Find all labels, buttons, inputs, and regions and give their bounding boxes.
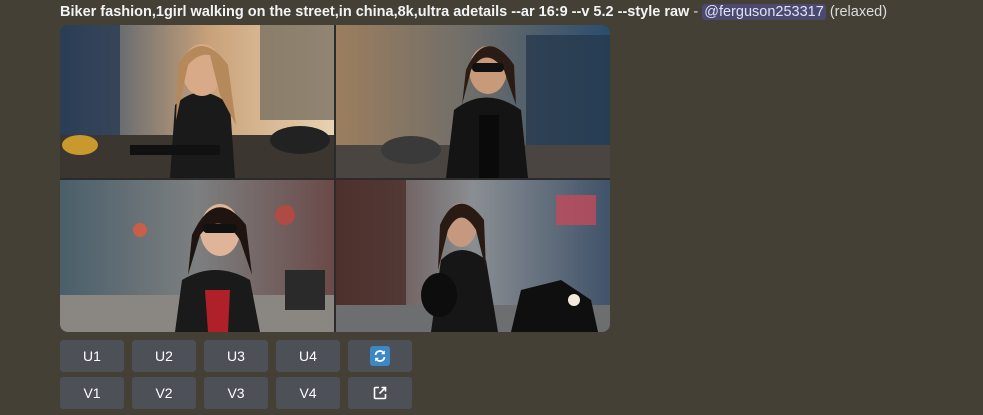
upscale-button-4[interactable]: U4 — [276, 340, 340, 372]
prompt-text: Biker fashion,1girl walking on the stree… — [60, 4, 690, 20]
grid-image-2[interactable] — [336, 25, 610, 178]
reroll-button[interactable] — [348, 340, 412, 372]
variation-button-1[interactable]: V1 — [60, 377, 124, 409]
variation-button-3[interactable]: V3 — [204, 377, 268, 409]
upscale-button-3[interactable]: U3 — [204, 340, 268, 372]
open-in-browser-button[interactable] — [348, 377, 412, 409]
grid-image-3[interactable] — [60, 180, 334, 332]
separator: - — [689, 4, 703, 20]
user-mention[interactable]: @ferguson253317 — [702, 4, 826, 20]
message-header: Biker fashion,1girl walking on the stree… — [60, 3, 887, 21]
grid-image-4[interactable] — [336, 180, 610, 332]
upscale-button-2[interactable]: U2 — [132, 340, 196, 372]
external-link-icon — [373, 386, 387, 400]
generation-mode: (relaxed) — [829, 4, 888, 20]
variation-button-2[interactable]: V2 — [132, 377, 196, 409]
image-grid[interactable] — [60, 25, 610, 332]
upscale-button-1[interactable]: U1 — [60, 340, 124, 372]
variation-button-4[interactable]: V4 — [276, 377, 340, 409]
grid-image-1[interactable] — [60, 25, 334, 178]
refresh-icon — [370, 346, 390, 366]
